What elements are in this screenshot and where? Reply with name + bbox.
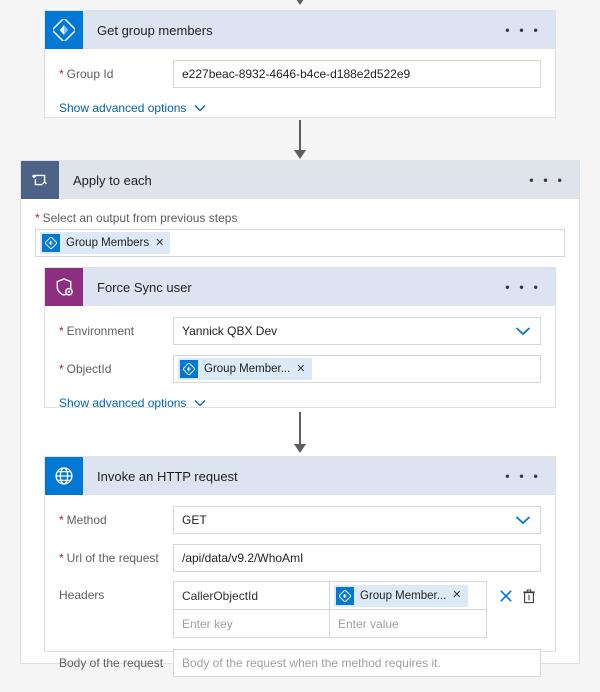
loop-icon	[21, 161, 59, 199]
select-output-label: Select an output from previous steps	[35, 211, 565, 225]
card-header-apply-to-each[interactable]: Apply to each • • •	[21, 161, 579, 199]
token-label: Group Member...	[360, 589, 447, 602]
token-chip-group-member[interactable]: Group Member... ✕	[334, 584, 468, 607]
url-value: /api/data/v9.2/WhoAmI	[182, 551, 304, 565]
delete-icon[interactable]	[522, 589, 536, 604]
overflow-menu-button[interactable]: • • •	[505, 470, 541, 483]
headers-label: Headers	[59, 588, 105, 602]
header-value-input-1[interactable]: Group Member... ✕	[330, 582, 486, 610]
card-header-invoke-http-request[interactable]: Invoke an HTTP request • • •	[45, 457, 555, 495]
token-label: Group Members	[66, 237, 150, 249]
azure-ad-icon	[180, 360, 198, 378]
field-row-url: Url of the request /api/data/v9.2/WhoAmI	[59, 543, 541, 573]
header-value-placeholder-2: Enter value	[338, 616, 399, 631]
field-row-group-id: Group Id e227beac-8932-4646-b4ce-d188e2d…	[59, 59, 541, 89]
overflow-menu-button[interactable]: • • •	[529, 174, 565, 187]
card-header-force-sync-user[interactable]: Force Sync user • • •	[45, 268, 555, 306]
token-chip-group-member[interactable]: Group Member... ✕	[178, 358, 312, 380]
token-label: Group Member...	[204, 363, 291, 375]
close-icon[interactable]: ✕	[155, 237, 164, 249]
headers-table-wrapper: CallerObjectId Group Member... ✕ Enter k…	[173, 581, 541, 638]
card-title: Apply to each	[73, 172, 152, 188]
chevron-down-icon	[194, 104, 206, 112]
method-dropdown[interactable]: GET	[173, 506, 541, 534]
close-icon[interactable]: ✕	[452, 590, 461, 601]
card-title: Get group members	[97, 22, 213, 38]
header-key-input-1[interactable]: CallerObjectId	[174, 582, 330, 610]
environment-dropdown[interactable]: Yannick QBX Dev	[173, 317, 541, 345]
show-advanced-options-force-sync-user[interactable]: Show advanced options	[59, 396, 541, 410]
header-key-value-1: CallerObjectId	[182, 588, 259, 603]
card-invoke-http-request[interactable]: Invoke an HTTP request • • • Method GET …	[44, 456, 556, 677]
url-input[interactable]: /api/data/v9.2/WhoAmI	[173, 544, 541, 572]
header-key-placeholder-2: Enter key	[182, 616, 233, 631]
shield-sync-icon	[45, 268, 83, 306]
group-id-input[interactable]: e227beac-8932-4646-b4ce-d188e2d522e9	[173, 60, 541, 88]
field-row-headers: Headers CallerObjectId Group Member... ✕…	[59, 581, 541, 638]
group-id-value: e227beac-8932-4646-b4ce-d188e2d522e9	[182, 67, 411, 81]
url-label: Url of the request	[59, 551, 173, 565]
table-row: Enter key Enter value	[174, 610, 486, 638]
azure-ad-icon	[45, 11, 83, 49]
show-advanced-options-label: Show advanced options	[59, 101, 187, 115]
field-row-method: Method GET	[59, 505, 541, 535]
azure-ad-icon	[42, 234, 60, 252]
card-force-sync-user[interactable]: Force Sync user • • • Environment Yannic…	[44, 267, 556, 410]
header-key-input-2[interactable]: Enter key	[174, 610, 330, 638]
object-id-input[interactable]: Group Member... ✕	[173, 355, 541, 383]
chevron-down-icon[interactable]	[515, 515, 531, 525]
overflow-menu-button[interactable]: • • •	[505, 281, 541, 294]
group-id-label: Group Id	[59, 67, 173, 81]
card-body-force-sync-user: Environment Yannick QBX Dev ObjectId	[45, 306, 555, 424]
field-row-body: Body of the request Body of the request …	[59, 648, 541, 678]
azure-ad-icon	[336, 586, 354, 605]
environment-label: Environment	[59, 324, 173, 338]
close-icon[interactable]: ✕	[296, 363, 305, 375]
body-placeholder: Body of the request when the method requ…	[182, 656, 441, 670]
clear-icon[interactable]	[499, 589, 513, 603]
header-value-input-2[interactable]: Enter value	[330, 610, 486, 638]
body-label: Body of the request	[59, 656, 164, 670]
show-advanced-options-label: Show advanced options	[59, 396, 187, 410]
method-label: Method	[59, 513, 173, 527]
card-title: Invoke an HTTP request	[97, 468, 238, 484]
headers-table: CallerObjectId Group Member... ✕ Enter k…	[173, 581, 487, 638]
connector-arrowhead	[294, 0, 306, 5]
card-header-get-group-members[interactable]: Get group members • • •	[45, 11, 555, 49]
show-advanced-options-get-group-members[interactable]: Show advanced options	[59, 101, 541, 115]
connector-top-partial	[0, 0, 600, 8]
field-row-object-id: ObjectId Group Member... ✕	[59, 354, 541, 384]
card-title: Force Sync user	[97, 279, 192, 295]
card-body-invoke-http-request: Method GET Url of the request /api/data/…	[45, 495, 555, 692]
chevron-down-icon[interactable]	[515, 326, 531, 336]
select-output-input[interactable]: Group Members ✕	[35, 229, 565, 257]
overflow-menu-button[interactable]: • • •	[505, 24, 541, 37]
field-row-environment: Environment Yannick QBX Dev	[59, 316, 541, 346]
card-body-apply-to-each: Select an output from previous steps Gro…	[21, 199, 579, 257]
table-row: CallerObjectId Group Member... ✕	[174, 582, 486, 610]
connector-arrowhead	[294, 150, 306, 159]
card-body-get-group-members: Group Id e227beac-8932-4646-b4ce-d188e2d…	[45, 49, 555, 129]
method-value: GET	[182, 513, 207, 527]
token-chip-group-members[interactable]: Group Members ✕	[40, 232, 171, 254]
object-id-label: ObjectId	[59, 362, 173, 376]
body-input[interactable]: Body of the request when the method requ…	[173, 649, 541, 677]
header-row-actions	[487, 581, 541, 611]
environment-value: Yannick QBX Dev	[182, 324, 278, 338]
globe-icon	[45, 457, 83, 495]
chevron-down-icon	[194, 399, 206, 407]
card-get-group-members[interactable]: Get group members • • • Group Id e227bea…	[44, 10, 556, 118]
